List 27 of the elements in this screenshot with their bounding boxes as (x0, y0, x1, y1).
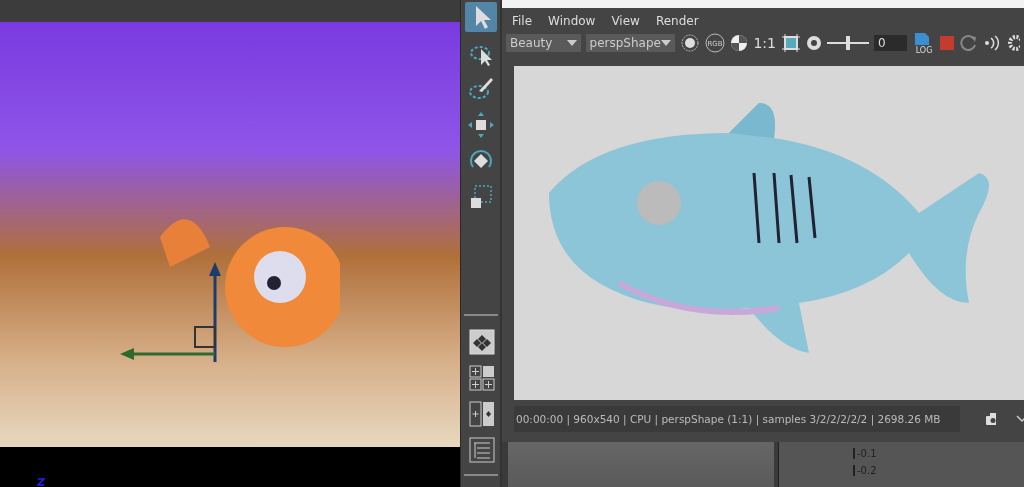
checker-circle-icon[interactable] (730, 34, 749, 52)
outliner-icon[interactable] (466, 435, 495, 463)
camera-dropdown[interactable]: perspShape (585, 34, 676, 52)
camera-icon[interactable] (986, 413, 996, 425)
exposure-slider[interactable] (827, 35, 869, 51)
region-icon[interactable] (781, 33, 801, 53)
aov-dropdown[interactable]: Beauty (506, 34, 581, 52)
aperture-icon[interactable] (806, 35, 822, 51)
status-text: 00:00:00 | 960x540 | CPU | perspShape (1:1) | samples 3/2/2/2/2/2 | 2698.26 MB (514, 406, 960, 432)
axis-icon (36, 477, 46, 487)
move-tool-icon[interactable] (466, 111, 495, 139)
chevron-down-icon[interactable] (1015, 415, 1024, 423)
menu-item[interactable]: File (512, 14, 533, 28)
two-layout-icon[interactable] (466, 399, 495, 427)
caret-icon[interactable] (661, 40, 672, 46)
ring-icon[interactable] (680, 33, 701, 53)
exposure-field[interactable]: 0 (874, 35, 907, 51)
ratio-label[interactable]: 1:1 (753, 35, 776, 51)
broadcast-icon[interactable] (983, 34, 1001, 52)
menu-item[interactable]: View (611, 14, 640, 28)
single-layout-icon[interactable] (466, 327, 495, 355)
menu-item[interactable]: Window (548, 14, 596, 28)
four-layout-icon[interactable] (466, 363, 495, 391)
caret-icon[interactable] (566, 40, 577, 46)
menu-item[interactable]: Render (655, 14, 699, 28)
refresh-icon[interactable] (960, 34, 978, 52)
settings-icon[interactable] (1006, 34, 1020, 52)
